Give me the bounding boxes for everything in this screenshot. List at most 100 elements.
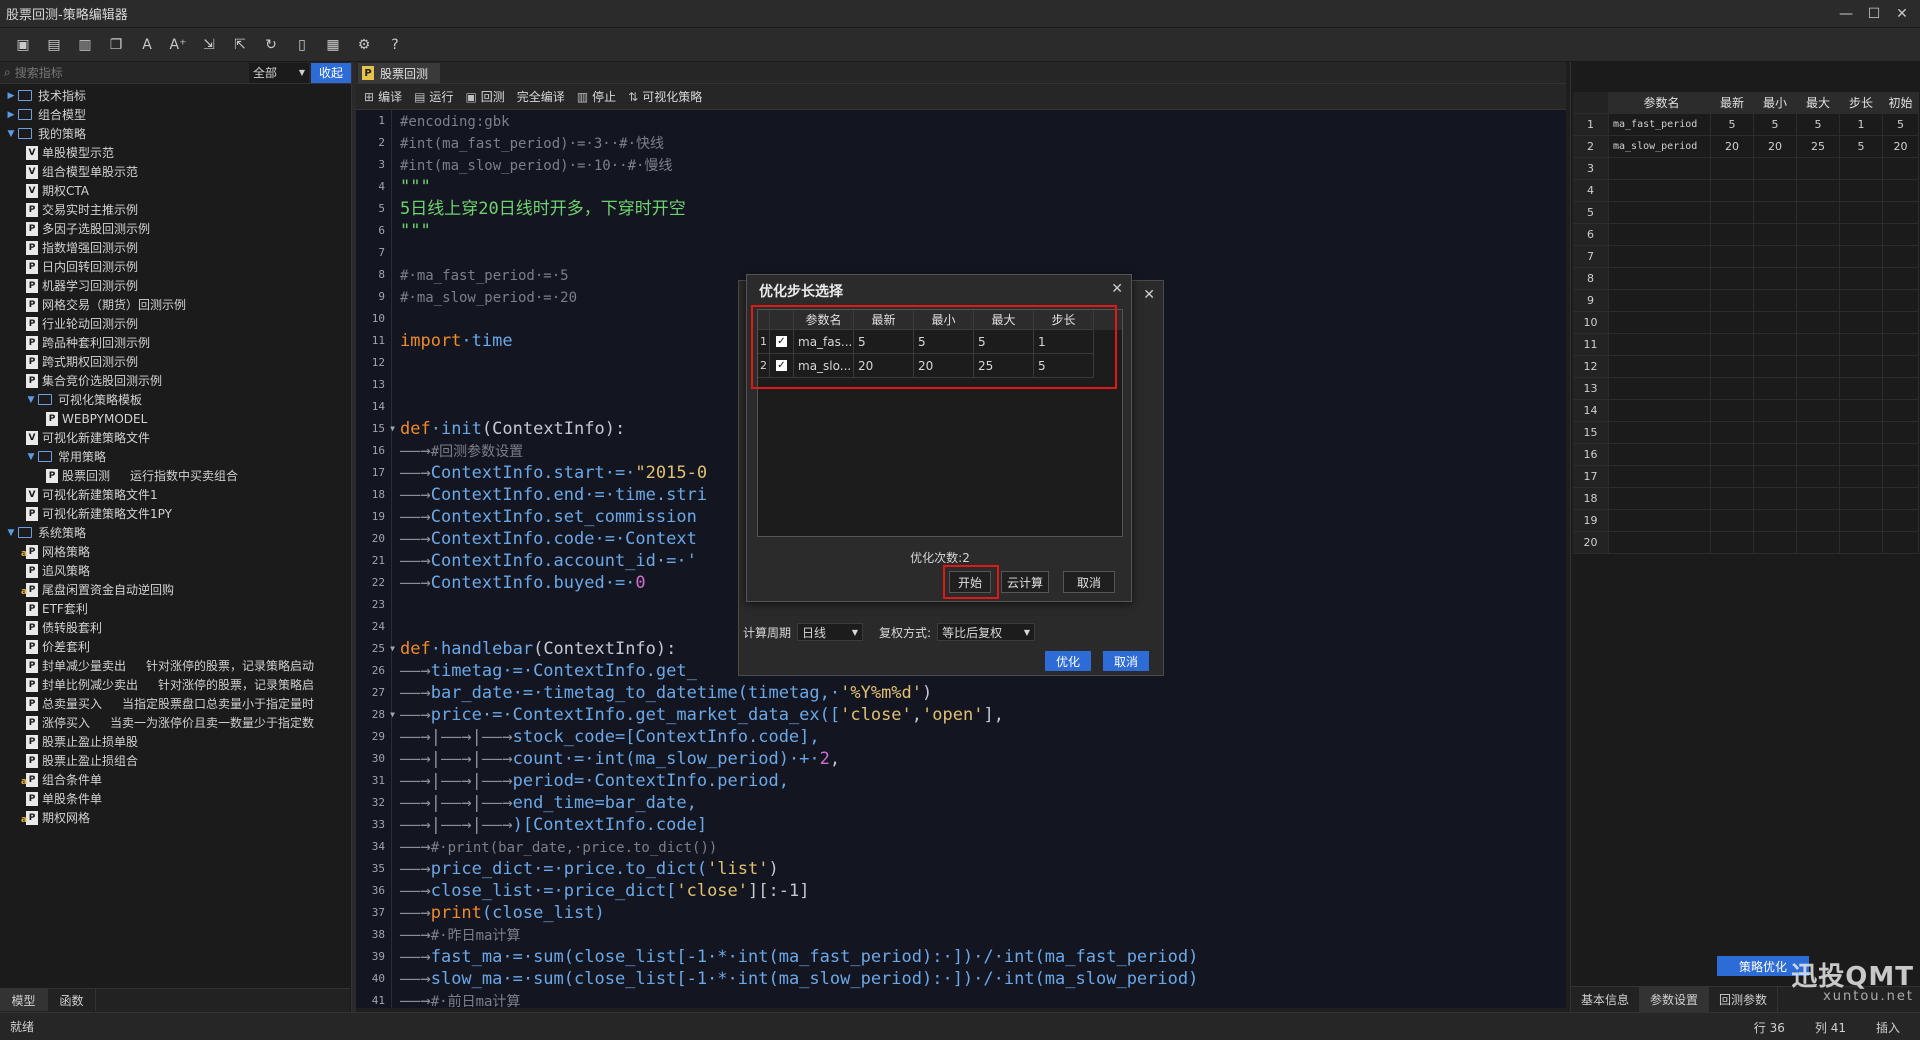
params-cell[interactable] <box>1711 356 1754 378</box>
editor-action-button[interactable]: ▣ 回测 <box>465 88 504 105</box>
params-cell[interactable] <box>1711 224 1754 246</box>
save-as-icon[interactable]: ▤ <box>43 34 65 56</box>
params-cell[interactable]: 1 <box>1840 114 1883 136</box>
save-all-icon[interactable]: ▥ <box>74 34 96 56</box>
params-cell[interactable] <box>1609 246 1711 268</box>
params-cell[interactable] <box>1797 532 1840 554</box>
params-cell[interactable] <box>1609 334 1711 356</box>
params-row[interactable]: 16 <box>1573 444 1919 466</box>
params-cell[interactable] <box>1609 224 1711 246</box>
params-cell[interactable] <box>1797 510 1840 532</box>
font-decrease-icon[interactable]: A <box>136 34 158 56</box>
doc-tab-backtest[interactable]: P 股票回测 <box>358 63 440 83</box>
params-cell[interactable] <box>1883 356 1919 378</box>
params-cell[interactable] <box>1840 510 1883 532</box>
params-cell[interactable] <box>1609 158 1711 180</box>
params-cell[interactable] <box>1609 400 1711 422</box>
code-line[interactable]: ——→#·昨日ma计算 <box>400 924 1560 946</box>
params-cell[interactable] <box>1754 378 1797 400</box>
code-line[interactable]: #int(ma_fast_period)·=·3··#·快线 <box>400 132 1560 154</box>
params-cell[interactable] <box>1609 268 1711 290</box>
code-line[interactable]: ——→print(close_list) <box>400 902 1560 924</box>
params-row[interactable]: 2 ma_slow_period 20 20 25 5 20 <box>1573 136 1919 158</box>
editor-action-button[interactable]: 完全编译 <box>517 88 565 105</box>
params-cell[interactable] <box>1883 466 1919 488</box>
font-increase-icon[interactable]: A⁺ <box>167 34 189 56</box>
params-row[interactable]: 13 <box>1573 378 1919 400</box>
editor-action-button[interactable]: ▥ 停止 <box>577 88 616 105</box>
tree-item[interactable]: P 债转股套利 <box>0 618 350 637</box>
tab-backtest-params[interactable]: 回测参数 <box>1709 987 1779 1012</box>
params-row[interactable]: 6 <box>1573 224 1919 246</box>
adjust-select[interactable]: 等比后复权 ▼ <box>937 623 1036 641</box>
search-input[interactable] <box>14 65 235 80</box>
params-cell[interactable] <box>1840 224 1883 246</box>
params-cell[interactable] <box>1609 180 1711 202</box>
params-cell[interactable] <box>1797 290 1840 312</box>
params-cell[interactable] <box>1711 400 1754 422</box>
params-cell[interactable] <box>1754 312 1797 334</box>
params-cell[interactable] <box>1883 224 1919 246</box>
params-cell[interactable] <box>1711 334 1754 356</box>
tree-item[interactable]: P 可视化新建策略文件1PY <box>0 504 350 523</box>
params-cell[interactable] <box>1754 400 1797 422</box>
params-cell[interactable] <box>1754 290 1797 312</box>
tab-functions[interactable]: 函数 <box>48 989 96 1011</box>
settings-icon[interactable]: ⚙ <box>353 34 375 56</box>
tree-item[interactable]: P 交易实时主推示例 <box>0 200 350 219</box>
params-cell[interactable] <box>1754 510 1797 532</box>
params-cell[interactable] <box>1754 466 1797 488</box>
tree-item[interactable]: P 股票止盈止损单股 <box>0 732 350 751</box>
params-cell[interactable] <box>1840 246 1883 268</box>
params-cell[interactable] <box>1797 356 1840 378</box>
params-cell[interactable] <box>1797 378 1840 400</box>
params-cell[interactable] <box>1883 532 1919 554</box>
tree-folder[interactable]: ▶ 技术指标 <box>0 86 350 105</box>
minimize-icon[interactable]: — <box>1832 0 1860 28</box>
tree-item[interactable]: P 网格策略 <box>0 542 350 561</box>
params-cell[interactable] <box>1883 158 1919 180</box>
tree-item[interactable]: P ETF套利 <box>0 599 350 618</box>
params-cell[interactable] <box>1609 488 1711 510</box>
optimize-button[interactable]: 优化 <box>1045 651 1091 671</box>
params-cell[interactable] <box>1711 180 1754 202</box>
params-cell[interactable] <box>1754 488 1797 510</box>
params-row[interactable]: 15 <box>1573 422 1919 444</box>
params-cell[interactable] <box>1883 180 1919 202</box>
cloud-compute-button[interactable]: 云计算 <box>1001 571 1049 593</box>
code-line[interactable]: ——→price_dict·=·price.to_dict('list') <box>400 858 1560 880</box>
tree-item[interactable]: P 股票回测 运行指数中买卖组合 <box>0 466 350 485</box>
params-cell[interactable] <box>1840 532 1883 554</box>
copy-icon[interactable]: ❐ <box>105 34 127 56</box>
code-line[interactable]: ——→bar_date·=·timetag_to_datetime(timeta… <box>400 682 1560 704</box>
params-cell[interactable] <box>1840 312 1883 334</box>
params-cell[interactable] <box>1711 158 1754 180</box>
fold-icon[interactable]: ▼ <box>390 638 395 660</box>
chevron-down-icon[interactable]: ▼ <box>26 452 36 462</box>
params-cell[interactable] <box>1840 268 1883 290</box>
params-cell[interactable] <box>1609 378 1711 400</box>
params-row[interactable]: 7 <box>1573 246 1919 268</box>
params-cell[interactable] <box>1609 202 1711 224</box>
tree-item[interactable]: P 价差套利 <box>0 637 350 656</box>
tree-item[interactable]: V 期权CTA <box>0 181 350 200</box>
params-cell[interactable]: 5 <box>1840 136 1883 158</box>
tab-param-settings[interactable]: 参数设置 <box>1640 987 1710 1012</box>
code-line[interactable]: ——→|——→|——→count·=·int(ma_slow_period)·+… <box>400 748 1560 770</box>
period-select[interactable]: 日线 ▼ <box>797 623 864 641</box>
params-cell[interactable] <box>1754 334 1797 356</box>
params-cell[interactable] <box>1711 422 1754 444</box>
editor-action-button[interactable]: ⊞ 编译 <box>364 88 402 105</box>
params-cell[interactable] <box>1840 466 1883 488</box>
params-cell[interactable] <box>1609 312 1711 334</box>
tree-item[interactable]: V 组合模型单股示范 <box>0 162 350 181</box>
params-cell[interactable] <box>1797 400 1840 422</box>
params-cell[interactable] <box>1883 268 1919 290</box>
params-cell[interactable] <box>1711 444 1754 466</box>
tab-basic-info[interactable]: 基本信息 <box>1571 987 1641 1012</box>
params-cell[interactable] <box>1711 378 1754 400</box>
params-cell[interactable] <box>1754 444 1797 466</box>
params-cell[interactable] <box>1840 290 1883 312</box>
code-line[interactable]: """ <box>400 220 1560 242</box>
params-cell[interactable] <box>1797 444 1840 466</box>
